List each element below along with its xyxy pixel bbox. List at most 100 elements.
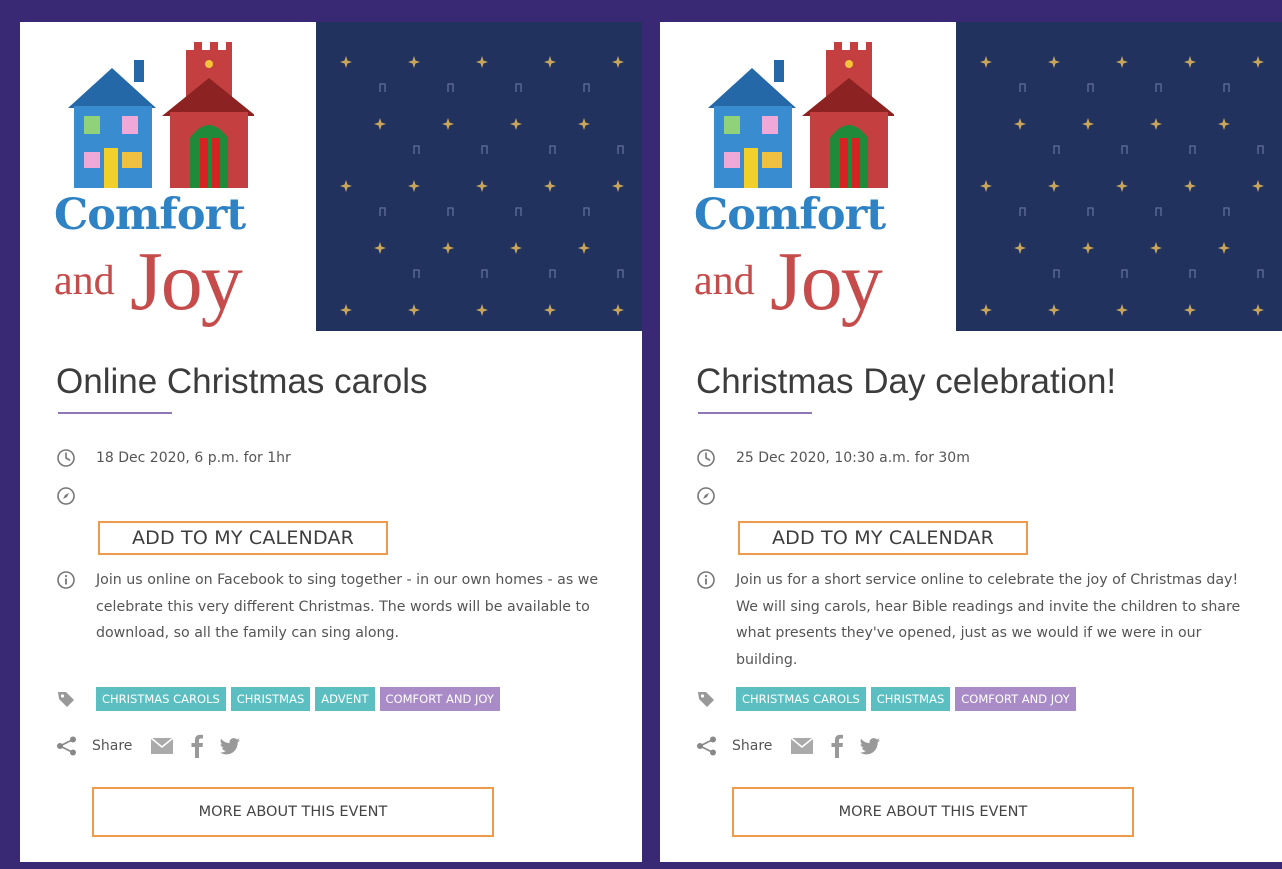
add-to-calendar-button[interactable]: ADD TO MY CALENDAR (98, 521, 388, 555)
event-datetime: 25 Dec 2020, 10:30 a.m. for 30m (736, 450, 970, 466)
starry-pattern-banner (316, 22, 642, 331)
event-description: Join us online on Facebook to sing toget… (96, 572, 599, 641)
comfort-and-joy-logo: Comfort and Joy (20, 22, 316, 330)
star-glyph (980, 180, 992, 192)
star-glyph (1252, 304, 1264, 316)
music-note-glyph (1257, 145, 1264, 154)
star-glyph (1048, 304, 1060, 316)
tag-list: CHRISTMAS CAROLS CHRISTMAS ADVENT COMFORT A… (96, 687, 500, 711)
music-note-glyph (379, 83, 386, 92)
star-glyph (612, 180, 624, 192)
music-note-glyph (583, 83, 590, 92)
compass-icon (57, 487, 75, 505)
star-glyph (510, 242, 522, 254)
music-note-glyph (481, 269, 488, 278)
music-note-glyph (1087, 207, 1094, 216)
tag-badge[interactable]: CHRISTMAS CAROLS (96, 687, 226, 711)
twitter-icon[interactable] (220, 737, 241, 755)
music-note-glyph (1155, 207, 1162, 216)
star-glyph (1150, 242, 1162, 254)
music-note-glyph (1121, 145, 1128, 154)
clock-icon (57, 449, 75, 467)
music-note-glyph (515, 207, 522, 216)
starry-pattern-banner (956, 22, 1282, 331)
music-note-glyph (1189, 145, 1196, 154)
star-glyph (612, 56, 624, 68)
music-note-glyph (583, 207, 590, 216)
music-note-glyph (413, 145, 420, 154)
share-row: Share (56, 734, 256, 758)
share-icon[interactable] (696, 736, 718, 756)
star-glyph (1252, 56, 1264, 68)
houses-illustration (708, 42, 894, 188)
tag-badge[interactable]: CHRISTMAS CAROLS (736, 687, 866, 711)
more-about-event-button[interactable]: MORE ABOUT THIS EVENT (732, 787, 1134, 837)
star-glyph (578, 118, 590, 130)
music-note-glyph (1087, 83, 1094, 92)
share-label[interactable]: Share (92, 738, 132, 754)
facebook-icon[interactable] (830, 734, 844, 758)
email-icon[interactable] (150, 737, 174, 755)
event-title[interactable]: Online Christmas carols (56, 362, 428, 402)
star-glyph (1116, 56, 1128, 68)
star-glyph (408, 180, 420, 192)
more-about-event-button[interactable]: MORE ABOUT THIS EVENT (92, 787, 494, 837)
event-card: Comfort and Joy Online Christmas carols … (20, 22, 642, 862)
star-glyph (612, 304, 624, 316)
star-glyph (544, 180, 556, 192)
music-note-glyph (1257, 269, 1264, 278)
tag-badge[interactable]: ADVENT (315, 687, 375, 711)
logo-word-joy: Joy (770, 235, 883, 328)
star-glyph (1184, 56, 1196, 68)
email-icon[interactable] (790, 737, 814, 755)
star-glyph (1014, 242, 1026, 254)
star-glyph (1116, 180, 1128, 192)
star-glyph (1014, 118, 1026, 130)
facebook-icon[interactable] (190, 734, 204, 758)
star-glyph (408, 304, 420, 316)
music-note-glyph (617, 145, 624, 154)
music-note-glyph (447, 207, 454, 216)
star-glyph (476, 180, 488, 192)
star-glyph (374, 118, 386, 130)
star-glyph (1218, 242, 1230, 254)
star-pattern (980, 56, 1264, 316)
tag-badge[interactable]: CHRISTMAS (230, 687, 311, 711)
star-glyph (1218, 118, 1230, 130)
star-glyph (1048, 56, 1060, 68)
info-icon (57, 571, 75, 589)
comfort-and-joy-logo: Comfort and Joy (660, 22, 956, 330)
star-glyph (476, 56, 488, 68)
star-glyph (1184, 304, 1196, 316)
star-pattern (340, 56, 624, 316)
star-glyph (1048, 180, 1060, 192)
share-label[interactable]: Share (732, 738, 772, 754)
star-glyph (442, 242, 454, 254)
music-note-glyph (1053, 269, 1060, 278)
tag-list: CHRISTMAS CAROLS CHRISTMAS COMFORT AND JOY (736, 687, 1076, 711)
event-title[interactable]: Christmas Day celebration! (696, 362, 1116, 402)
star-glyph (374, 242, 386, 254)
music-note-glyph (549, 269, 556, 278)
tag-badge[interactable]: COMFORT AND JOY (955, 687, 1076, 711)
title-underline (698, 412, 812, 414)
star-glyph (408, 56, 420, 68)
music-note-glyph (379, 207, 386, 216)
music-note-glyph (413, 269, 420, 278)
star-glyph (340, 304, 352, 316)
star-glyph (544, 56, 556, 68)
add-to-calendar-button[interactable]: ADD TO MY CALENDAR (738, 521, 1028, 555)
tag-badge[interactable]: COMFORT AND JOY (379, 687, 500, 711)
share-icon[interactable] (56, 736, 78, 756)
music-note-glyph (447, 83, 454, 92)
event-datetime: 18 Dec 2020, 6 p.m. for 1hr (96, 450, 291, 466)
tag-badge[interactable]: CHRISTMAS (870, 687, 951, 711)
tag-icon (698, 692, 714, 707)
music-note-glyph (1189, 269, 1196, 278)
music-note-glyph (549, 145, 556, 154)
twitter-icon[interactable] (860, 737, 881, 755)
star-glyph (1082, 118, 1094, 130)
star-glyph (1150, 118, 1162, 130)
star-glyph (442, 118, 454, 130)
share-row: Share (696, 734, 896, 758)
